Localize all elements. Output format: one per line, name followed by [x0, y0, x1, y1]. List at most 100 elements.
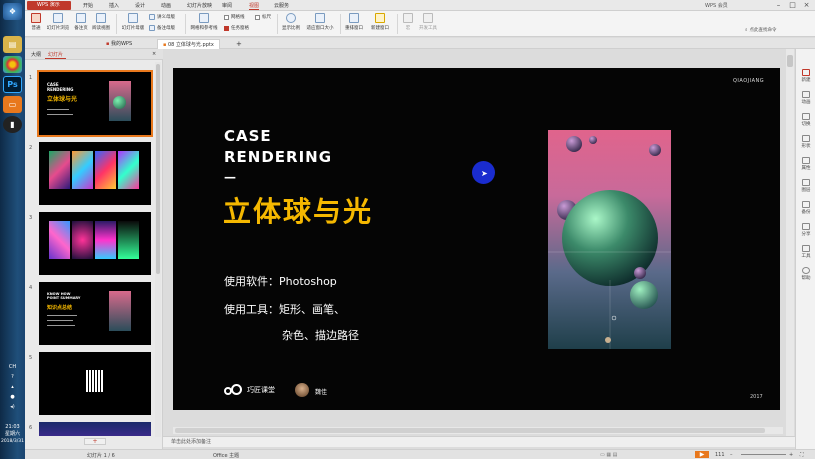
command-search[interactable]: ⌕ 点此查找命令	[745, 27, 777, 33]
view-mode-icons[interactable]: ▭ ▦ ▤	[600, 452, 617, 458]
slide-master-button[interactable]: 幻灯片母版	[120, 13, 146, 31]
pane-scrollbar[interactable]	[155, 62, 161, 437]
app-icon[interactable]: ▮	[3, 116, 22, 133]
normal-view-button[interactable]: 普通	[29, 13, 43, 31]
slide-thumbnail-2[interactable]	[39, 142, 151, 205]
reading-view-label: 阅读视图	[92, 26, 110, 31]
zoom-out-icon[interactable]: –	[730, 452, 733, 458]
tab-document-label: 08 立体球与光.pptx	[167, 42, 214, 48]
slide-sorter-label: 幻灯片浏览	[46, 26, 70, 31]
clock-date: 2018/3/31	[0, 439, 25, 444]
thumb-art-image	[95, 151, 116, 189]
ribbon-separator	[185, 14, 186, 34]
start-icon[interactable]: ❖	[3, 3, 22, 20]
ruler-label: 标尺	[262, 15, 271, 20]
volume-icon[interactable]: ◂)	[0, 404, 25, 411]
document-tabs: ▪ 我的WPS ▪ 08 立体球与光.pptx +	[25, 38, 815, 49]
right-new-button[interactable]: 新建	[796, 69, 815, 83]
menu-tab-insert[interactable]: 插入	[109, 2, 119, 9]
help-icon[interactable]: ?	[0, 374, 25, 381]
notes-master-button[interactable]: 备注母版	[149, 25, 175, 31]
slide-title-en-line2: RENDERING	[224, 148, 333, 166]
fit-window-button[interactable]: 适应窗口大小	[304, 13, 336, 31]
poster-artwork	[548, 136, 671, 349]
gridlines-checkbox[interactable]: 网格线	[224, 14, 245, 20]
pane-close-icon[interactable]: ×	[149, 51, 159, 57]
dev-tools-button[interactable]: 开发工具	[417, 13, 439, 31]
slide-scrollbar[interactable]	[786, 49, 794, 436]
handout-master-button[interactable]: 讲义母版	[149, 14, 175, 20]
tab-document[interactable]: ▪ 08 立体球与光.pptx	[157, 39, 220, 49]
right-share-button[interactable]: 分享	[796, 223, 815, 237]
tab-outline[interactable]: 大纲	[28, 51, 44, 58]
right-help-button[interactable]: 帮助	[796, 267, 815, 281]
slide-scroll-thumb[interactable]	[787, 55, 793, 67]
menu-tab-design[interactable]: 设计	[135, 2, 145, 9]
maximize-icon[interactable]: □	[787, 1, 798, 10]
zoom-button[interactable]: 显示比例	[280, 13, 302, 31]
wechat-icon[interactable]: ●	[0, 394, 25, 401]
right-backup-label: 备份	[801, 210, 811, 215]
tools-text-line1: 使用工具：矩形、画笔、	[224, 303, 345, 316]
notes-area[interactable]: 单击此处添加备注	[163, 436, 795, 447]
menu-tab-slideshow[interactable]: 幻灯片放映	[187, 2, 212, 9]
network-icon[interactable]: ▴	[0, 384, 25, 391]
horizontal-scroll-thumb[interactable]	[175, 428, 765, 433]
tab-my-wps[interactable]: ▪ 我的WPS	[101, 39, 137, 49]
slide-thumbnail-5[interactable]	[39, 352, 151, 415]
right-properties-button[interactable]: 属性	[796, 157, 815, 171]
task-pane-checkbox[interactable]: 任务窗格	[224, 25, 249, 31]
new-window-button[interactable]: 新建窗口	[368, 13, 392, 31]
menu-tab-animation[interactable]: 动画	[161, 2, 171, 9]
right-animation-label: 动画	[801, 100, 811, 105]
ribbon-toolbar: 普通 幻灯片浏览 备注页 阅读视图 幻灯片母版 讲义母版 备注母版 网格和参考线…	[25, 11, 815, 37]
thumb-art-image	[72, 151, 93, 189]
user-label[interactable]: WPS 会员	[705, 2, 728, 9]
right-help-label: 帮助	[801, 276, 811, 281]
slide-thumbnail-3[interactable]	[39, 212, 151, 275]
slide-thumbnail-4[interactable]: KNOW HOW POINT SUMMARY 知识点总结	[39, 282, 151, 345]
notes-page-button[interactable]: 备注页	[73, 13, 89, 31]
right-tools-button[interactable]: 工具	[796, 245, 815, 259]
zoom-in-icon[interactable]: +	[789, 452, 793, 458]
add-slide-button[interactable]: +	[84, 438, 106, 445]
new-tab-button[interactable]: +	[231, 39, 247, 49]
zoom-level[interactable]: 111	[715, 452, 725, 458]
play-slideshow-icon[interactable]: ▶	[695, 451, 709, 458]
right-backup-button[interactable]: 备份	[796, 201, 815, 215]
macro-button[interactable]: 宏	[401, 13, 415, 31]
zoom-slider[interactable]	[741, 454, 786, 455]
ruler-checkbox[interactable]: 标尺	[255, 14, 271, 20]
menu-tab-start[interactable]: 开始	[83, 2, 93, 9]
thumb-text-line	[47, 114, 73, 115]
tab-slides[interactable]: 幻灯片	[45, 51, 67, 59]
fit-slide-icon[interactable]: ⛶	[800, 452, 804, 458]
slide-number: 1	[29, 75, 33, 81]
right-shape-button[interactable]: 形状	[796, 135, 815, 149]
close-icon[interactable]: ×	[801, 1, 812, 10]
tab-my-wps-label: 我的WPS	[110, 41, 133, 47]
photoshop-icon[interactable]: Ps	[3, 76, 22, 93]
slide-sorter-button[interactable]: 幻灯片浏览	[45, 13, 71, 31]
chrome-icon[interactable]	[3, 56, 22, 73]
menu-tab-review[interactable]: 审阅	[222, 2, 232, 9]
horizontal-scrollbar[interactable]	[173, 427, 783, 434]
grid-guides-button[interactable]: 网格和参考线	[189, 13, 219, 31]
minimize-icon[interactable]: –	[773, 1, 784, 10]
menu-tab-cloud[interactable]: 云服务	[274, 2, 289, 9]
right-layers-button[interactable]: 图层	[796, 179, 815, 193]
slide-thumbnail-6[interactable]	[39, 422, 151, 436]
wps-app-button[interactable]: WPS 演示	[27, 1, 71, 10]
slide-thumbnail-1[interactable]: CASE RENDERING 立体球与光	[37, 70, 153, 137]
reading-view-button[interactable]: 阅读视图	[91, 13, 111, 31]
right-animation-button[interactable]: 动画	[796, 91, 815, 105]
pane-scroll-thumb[interactable]	[156, 64, 160, 274]
ime-indicator[interactable]: CH	[0, 364, 25, 371]
current-slide[interactable]: QIAOJIANG CASE RENDERING — 立体球与光 使用软件：Ph…	[173, 68, 780, 410]
wps-icon[interactable]: ▭	[3, 96, 22, 113]
folder-icon[interactable]: ▤	[3, 36, 22, 53]
menu-tab-view[interactable]: 视图	[249, 2, 260, 10]
clock-time[interactable]: 21:03	[0, 424, 25, 431]
right-transition-button[interactable]: 切换	[796, 113, 815, 127]
arrange-window-button[interactable]: 重排窗口	[343, 13, 365, 31]
